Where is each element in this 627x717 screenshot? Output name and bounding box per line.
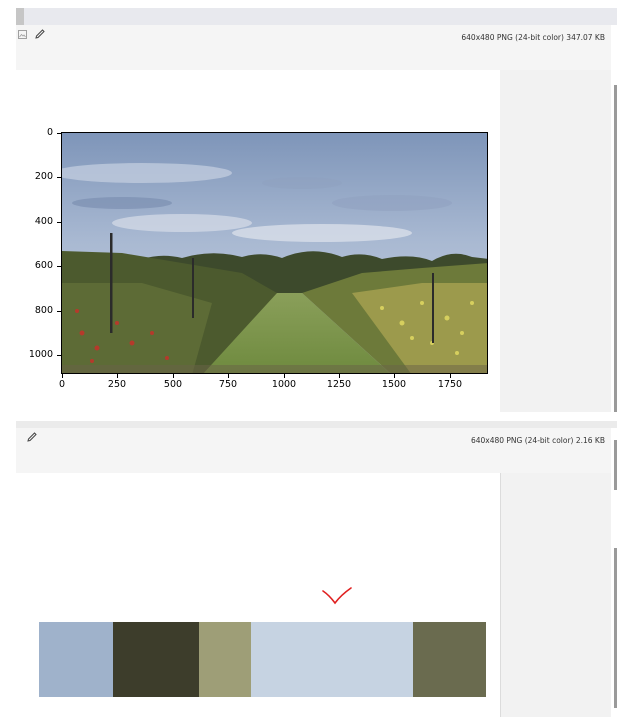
apple-orchard-photo <box>62 133 487 373</box>
eyedropper-icon[interactable] <box>34 28 46 40</box>
panel-divider-strip <box>16 421 617 428</box>
x-tick-mark <box>173 374 174 378</box>
viewer-toolbar-bottom: 640x480 PNG (24-bit color) 2.16 KB <box>16 428 611 474</box>
image-info-text: 640x480 PNG (24-bit color) 2.16 KB <box>470 436 605 445</box>
window-top-strip-edge <box>16 8 24 25</box>
x-tick-mark <box>284 374 285 378</box>
x-tick-label: 1250 <box>326 379 352 390</box>
x-tick-label: 500 <box>163 379 183 390</box>
y-tick-mark <box>57 355 61 356</box>
x-tick-mark <box>394 374 395 378</box>
x-tick-mark <box>117 374 118 378</box>
y-tick-mark <box>57 133 61 134</box>
image-info-text: 640x480 PNG (24-bit color) 347.07 KB <box>461 33 605 42</box>
viewer-gutter-bottom <box>500 473 612 717</box>
scrollbar-thumb-top[interactable] <box>614 85 617 412</box>
y-tick-label: 600 <box>34 260 53 271</box>
image-icon[interactable] <box>16 28 28 40</box>
viewer-toolbar-top: 640x480 PNG (24-bit color) 347.07 KB <box>16 25 611 71</box>
y-tick-label: 400 <box>34 216 53 227</box>
y-tick-label: 1000 <box>28 349 53 360</box>
x-tick-mark <box>450 374 451 378</box>
x-tick-mark <box>339 374 340 378</box>
x-tick-label: 1750 <box>437 379 463 390</box>
y-tick-mark <box>57 311 61 312</box>
checkmark-annotation <box>322 587 352 605</box>
x-tick-label: 250 <box>107 379 127 390</box>
y-tick-label: 200 <box>34 171 53 182</box>
color-swatch <box>413 622 486 697</box>
scrollbar-thumb-bottom[interactable] <box>614 548 617 708</box>
y-tick-mark <box>57 177 61 178</box>
color-palette <box>39 622 487 697</box>
window-top-strip <box>16 8 617 25</box>
x-tick-label: 750 <box>218 379 238 390</box>
plot-image-frame <box>61 132 488 374</box>
x-tick-mark <box>62 374 63 378</box>
y-tick-mark <box>57 222 61 223</box>
color-swatch <box>251 622 413 697</box>
scrollbar-thumb-bottom-upper[interactable] <box>614 440 617 490</box>
color-swatch <box>113 622 199 697</box>
y-tick-label: 0 <box>46 127 53 138</box>
viewer-gutter-top <box>500 70 611 412</box>
eyedropper-icon[interactable] <box>26 431 38 443</box>
y-tick-label: 800 <box>34 305 53 316</box>
color-swatch <box>199 622 251 697</box>
color-swatch <box>39 622 113 697</box>
y-tick-mark <box>57 266 61 267</box>
x-tick-mark <box>228 374 229 378</box>
x-tick-label: 0 <box>58 379 66 390</box>
x-tick-label: 1000 <box>271 379 297 390</box>
x-tick-label: 1500 <box>381 379 407 390</box>
